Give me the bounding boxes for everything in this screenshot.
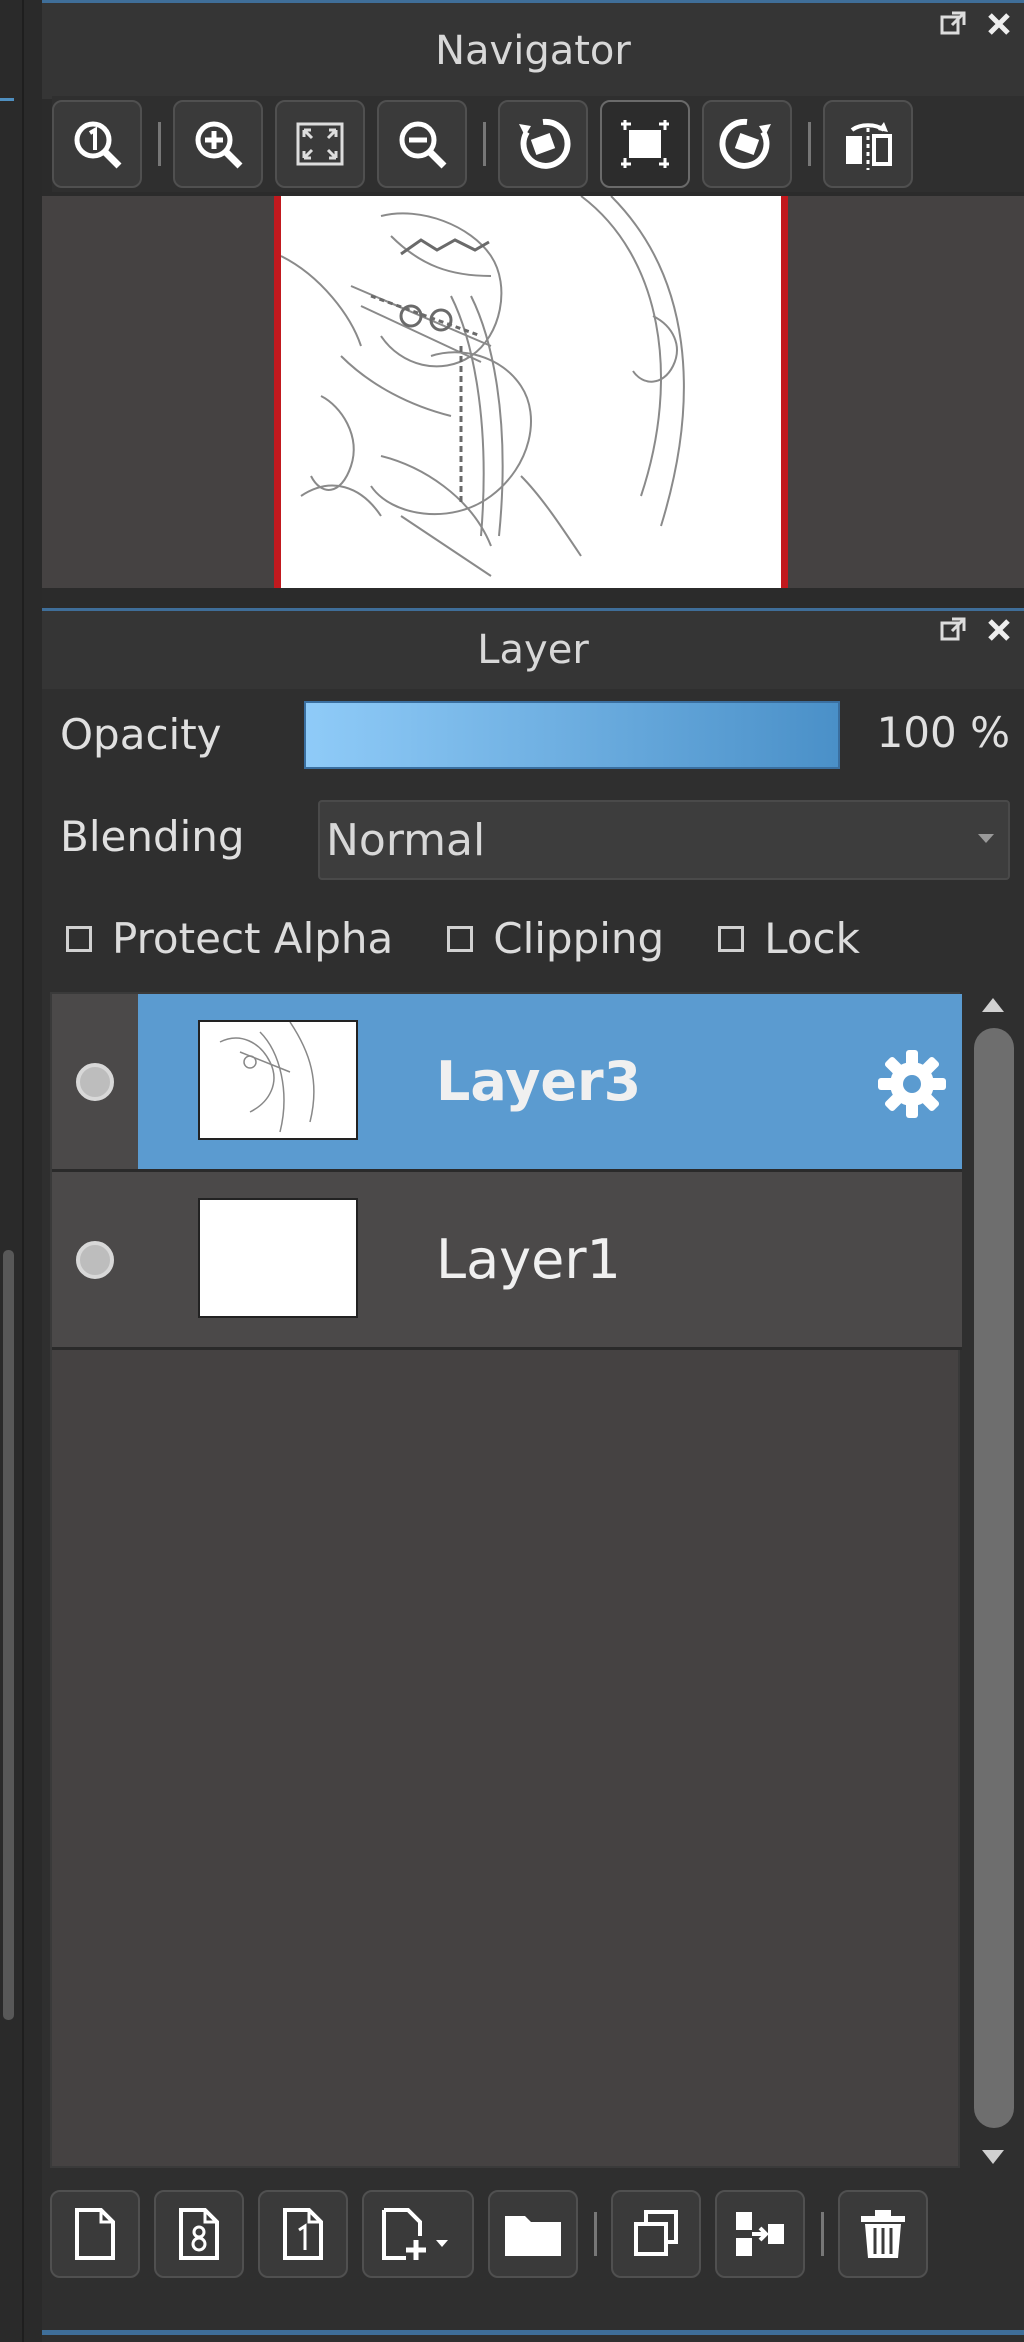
new-layer-icon bbox=[75, 2208, 115, 2260]
merge-layer-button[interactable] bbox=[715, 2190, 805, 2278]
clipping-label: Clipping bbox=[493, 914, 665, 963]
fit-screen-icon bbox=[296, 122, 344, 166]
layer-title-bar[interactable]: Layer bbox=[42, 608, 1024, 689]
scrollbar-thumb[interactable] bbox=[974, 1028, 1014, 2128]
toolbar-separator bbox=[821, 2212, 824, 2256]
flip-horizontal-button[interactable] bbox=[823, 100, 913, 188]
zoom-in-icon bbox=[195, 121, 243, 169]
opacity-value: 100 % bbox=[876, 708, 1010, 757]
left-scrollbar[interactable] bbox=[3, 1250, 14, 2020]
flip-horizontal-icon bbox=[846, 122, 892, 170]
popout-icon[interactable] bbox=[938, 9, 968, 39]
layer-list-scrollbar[interactable] bbox=[964, 992, 1022, 2168]
new-layer-button[interactable] bbox=[50, 2190, 140, 2278]
layer-name: Layer1 bbox=[436, 1228, 621, 1291]
opacity-label: Opacity bbox=[60, 710, 222, 759]
delete-layer-button[interactable] bbox=[838, 2190, 928, 2278]
protect-alpha-checkbox[interactable]: Protect Alpha bbox=[66, 914, 393, 963]
toolbar-separator bbox=[808, 122, 811, 166]
left-divider bbox=[22, 0, 24, 2342]
blending-value: Normal bbox=[326, 814, 486, 866]
close-icon[interactable] bbox=[984, 615, 1014, 645]
visibility-dot-icon[interactable] bbox=[76, 1062, 114, 1101]
navigator-toolbar bbox=[52, 96, 1024, 192]
layer-title: Layer bbox=[477, 627, 589, 673]
checkbox-box[interactable] bbox=[66, 925, 92, 952]
new-8bit-layer-icon bbox=[179, 2208, 219, 2260]
layer-thumbnail bbox=[198, 1198, 358, 1318]
rotate-right-icon bbox=[719, 118, 771, 169]
clipping-checkbox[interactable]: Clipping bbox=[447, 914, 664, 963]
zoom-actual-button[interactable] bbox=[52, 100, 142, 188]
visibility-dot-icon[interactable] bbox=[76, 1240, 114, 1279]
chevron-down-icon bbox=[978, 834, 994, 843]
fullscreen-button[interactable] bbox=[600, 100, 690, 188]
layer-row-layer3[interactable]: Layer3 bbox=[52, 994, 962, 1172]
new-folder-button[interactable] bbox=[488, 2190, 578, 2278]
blending-label: Blending bbox=[60, 812, 245, 861]
layer-name: Layer3 bbox=[436, 1050, 642, 1113]
navigator-title-bar[interactable]: Navigator bbox=[42, 0, 1024, 99]
zoom-actual-icon bbox=[74, 121, 122, 169]
rotate-left-icon bbox=[519, 118, 571, 169]
lock-label: Lock bbox=[764, 914, 860, 963]
visibility-toggle[interactable] bbox=[52, 1172, 138, 1347]
navigator-title: Navigator bbox=[435, 28, 631, 74]
gear-icon[interactable] bbox=[872, 1044, 952, 1124]
left-edge-strip bbox=[0, 0, 42, 2342]
protect-alpha-label: Protect Alpha bbox=[112, 914, 394, 963]
duplicate-layer-icon bbox=[634, 2210, 678, 2256]
close-icon[interactable] bbox=[984, 9, 1014, 39]
checkbox-box[interactable] bbox=[718, 925, 745, 952]
trash-icon bbox=[861, 2210, 905, 2258]
fit-screen-button[interactable] bbox=[275, 100, 365, 188]
popout-icon[interactable] bbox=[938, 615, 968, 645]
duplicate-layer-button[interactable] bbox=[611, 2190, 701, 2278]
zoom-out-button[interactable] bbox=[377, 100, 467, 188]
rotate-left-button[interactable] bbox=[498, 100, 588, 188]
blending-select[interactable]: Normal bbox=[318, 800, 1010, 880]
merge-layer-icon bbox=[736, 2212, 784, 2256]
zoom-out-icon bbox=[399, 121, 447, 169]
layer-row-layer1[interactable]: Layer1 bbox=[52, 1172, 962, 1350]
new-folder-icon bbox=[505, 2216, 561, 2256]
panel-footer-accent bbox=[42, 2330, 1024, 2335]
scroll-up-icon[interactable] bbox=[982, 998, 1004, 1012]
new-1bit-layer-button[interactable] bbox=[258, 2190, 348, 2278]
layer-panel: Layer Opacity 100 % Blending Normal Prot… bbox=[42, 608, 1024, 2342]
new-8bit-layer-button[interactable] bbox=[154, 2190, 244, 2278]
checkbox-box[interactable] bbox=[447, 925, 474, 952]
navigator-preview[interactable] bbox=[42, 195, 1024, 588]
add-layer-menu-icon bbox=[382, 2208, 448, 2260]
navigator-panel: Navigator bbox=[42, 0, 1024, 605]
line-art-sketch bbox=[280, 195, 685, 577]
rotate-right-button[interactable] bbox=[702, 100, 792, 188]
scroll-down-icon[interactable] bbox=[982, 2150, 1004, 2164]
fullscreen-icon bbox=[621, 120, 669, 168]
layer-thumbnail bbox=[198, 1020, 358, 1140]
visibility-toggle[interactable] bbox=[52, 994, 138, 1169]
zoom-in-button[interactable] bbox=[173, 100, 263, 188]
new-1bit-layer-icon bbox=[283, 2208, 323, 2260]
toolbar-separator bbox=[483, 122, 486, 166]
left-accent bbox=[0, 98, 14, 101]
layer-options: Protect Alpha Clipping Lock bbox=[66, 914, 1010, 963]
toolbar-separator bbox=[594, 2212, 597, 2256]
toolbar-separator bbox=[158, 122, 161, 166]
lock-checkbox[interactable]: Lock bbox=[718, 914, 860, 963]
add-layer-menu-button[interactable] bbox=[362, 2190, 474, 2278]
layer-bottom-toolbar bbox=[50, 2186, 1024, 2282]
layer-list: Layer3 Layer1 bbox=[50, 992, 962, 2168]
opacity-slider[interactable] bbox=[304, 701, 840, 769]
canvas-thumbnail bbox=[274, 195, 788, 588]
